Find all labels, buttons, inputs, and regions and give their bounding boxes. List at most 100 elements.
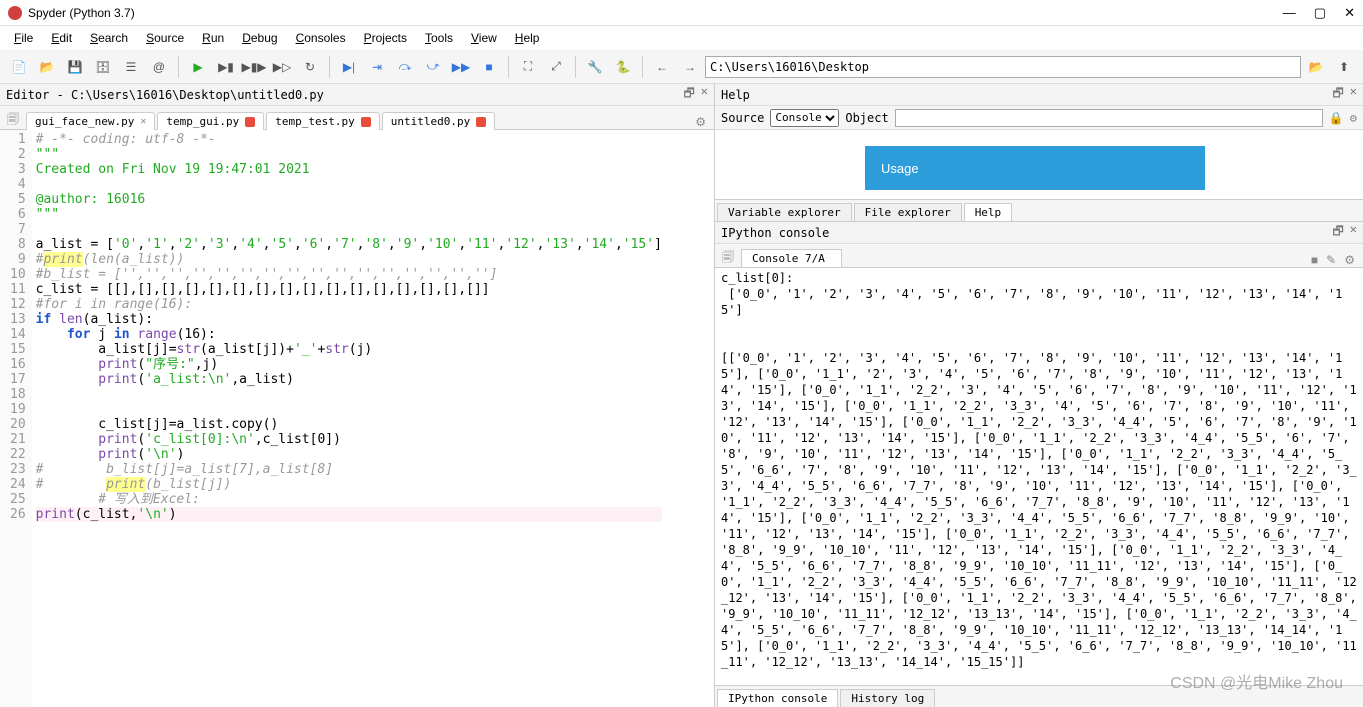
editor-header: Editor - C:\Users\16016\Desktop\untitled… [0, 84, 714, 106]
fullscreen-icon[interactable]: ⤢ [543, 54, 569, 80]
tab-label: gui_face_new.py [35, 115, 134, 128]
editor-options-icon[interactable]: ⚙ [695, 115, 710, 129]
menu-file[interactable]: File [6, 29, 41, 47]
menu-edit[interactable]: Edit [43, 29, 80, 47]
save-all-icon[interactable]: 🗄 [90, 54, 116, 80]
browse-dir-icon[interactable]: 📂 [1303, 54, 1329, 80]
source-select[interactable]: Console [770, 109, 839, 127]
maximize-pane-icon[interactable]: ⛶ [515, 54, 541, 80]
pythonpath-icon[interactable]: 🐍 [610, 54, 636, 80]
debug-out-icon[interactable]: ⤻ [420, 54, 446, 80]
close-tab-icon[interactable] [361, 117, 371, 127]
menu-search[interactable]: Search [82, 29, 136, 47]
debug-stop-icon[interactable]: ■ [476, 54, 502, 80]
run-selection-icon[interactable]: ▶▷ [269, 54, 295, 80]
main-toolbar: 📄 📂 💾 🗄 ☰ @ ▶ ▶▮ ▶▮▶ ▶▷ ↻ ▶| ⇥ ⤼ ⤻ ▶▶ ■ … [0, 50, 1363, 84]
help-header-title: Help [721, 88, 1332, 102]
editor-tab[interactable]: untitled0.py [382, 112, 495, 130]
open-file-icon[interactable]: 📂 [34, 54, 60, 80]
help-body: Usage [715, 130, 1363, 200]
console-tabs: 🗐 Console 7/A ■ ✎ ⚙ [715, 244, 1363, 268]
run-icon[interactable]: ▶ [185, 54, 211, 80]
stop-kernel-icon[interactable]: ■ [1311, 253, 1318, 267]
tab-label: untitled0.py [391, 115, 470, 128]
undock-icon[interactable]: 🗗 [1332, 84, 1343, 105]
at-icon[interactable]: @ [146, 54, 172, 80]
tab-list-icon[interactable]: 🗐 [719, 249, 737, 267]
working-dir-input[interactable] [705, 56, 1301, 78]
console-tab-label: Console 7/A [752, 252, 825, 265]
source-label: Source [721, 111, 764, 125]
console-output[interactable]: c_list[0]: ['0_0', '1', '2', '3', '4', '… [715, 268, 1363, 685]
run-cell-icon[interactable]: ▶▮ [213, 54, 239, 80]
close-pane-icon[interactable]: ✕ [1350, 84, 1357, 105]
menu-bar: FileEditSearchSourceRunDebugConsolesProj… [0, 26, 1363, 50]
object-label: Object [845, 111, 888, 125]
menu-help[interactable]: Help [507, 29, 548, 47]
nav-back-icon[interactable]: ← [649, 54, 675, 80]
gear-icon[interactable]: ⚙ [1350, 111, 1357, 125]
rerun-icon[interactable]: ↻ [297, 54, 323, 80]
debug-into-icon[interactable]: ⇥ [364, 54, 390, 80]
close-tab-icon[interactable] [245, 117, 255, 127]
debug-continue-icon[interactable]: ▶▶ [448, 54, 474, 80]
menu-view[interactable]: View [463, 29, 505, 47]
menu-projects[interactable]: Projects [356, 29, 415, 47]
editor-tab[interactable]: temp_test.py [266, 112, 379, 130]
separator [642, 56, 643, 78]
window-minimize[interactable]: — [1283, 5, 1296, 21]
workspace: Editor - C:\Users\16016\Desktop\untitled… [0, 84, 1363, 707]
menu-debug[interactable]: Debug [234, 29, 285, 47]
editor-tabs: 🗐 gui_face_new.py ✕ temp_gui.py temp_test.p… [0, 106, 714, 130]
parent-dir-icon[interactable]: ⬆ [1331, 54, 1357, 80]
window-close[interactable]: ✕ [1344, 5, 1355, 21]
code-content[interactable]: # -*- coding: utf-8 -*- """ Created on F… [32, 130, 666, 707]
editor-tab[interactable]: gui_face_new.py ✕ [26, 112, 155, 130]
menu-consoles[interactable]: Consoles [288, 29, 354, 47]
console-bottom-tab[interactable]: History log [840, 689, 935, 707]
menu-tools[interactable]: Tools [417, 29, 461, 47]
gear-icon[interactable]: ⚙ [1344, 253, 1355, 267]
usage-heading: Usage [865, 146, 1205, 190]
lock-icon[interactable]: 🔒 [1329, 111, 1344, 125]
console-bottom-tab[interactable]: IPython console [717, 689, 838, 707]
separator [178, 56, 179, 78]
title-bar: Spyder (Python 3.7) — ▢ ✕ [0, 0, 1363, 26]
help-tab[interactable]: Help [964, 203, 1013, 221]
debug-over-icon[interactable]: ⤼ [392, 54, 418, 80]
help-tab[interactable]: File explorer [854, 203, 962, 221]
menu-source[interactable]: Source [138, 29, 192, 47]
code-editor[interactable]: 1 2 3 4 5 6 7 8 9 10 11 12 13 14 15 16 1… [0, 130, 714, 707]
menu-run[interactable]: Run [194, 29, 232, 47]
console-text: c_list[0]: ['0_0', '1', '2', '3', '4', '… [721, 271, 1363, 669]
object-input[interactable] [895, 109, 1323, 127]
separator [508, 56, 509, 78]
help-toolbar: Source Console Object 🔒 ⚙ [715, 106, 1363, 130]
list-icon[interactable]: ☰ [118, 54, 144, 80]
editor-pane: Editor - C:\Users\16016\Desktop\untitled… [0, 84, 715, 707]
editor-tab[interactable]: temp_gui.py [157, 112, 264, 130]
undock-icon[interactable]: 🗗 [1332, 222, 1343, 243]
tab-label: temp_gui.py [166, 115, 239, 128]
close-pane-icon[interactable]: ✕ [701, 84, 708, 105]
debug-step-icon[interactable]: ▶| [336, 54, 362, 80]
close-pane-icon[interactable]: ✕ [1350, 222, 1357, 243]
console-bottom-tabs: IPython consoleHistory log [715, 685, 1363, 707]
separator [329, 56, 330, 78]
edit-icon[interactable]: ✎ [1326, 253, 1336, 267]
window-maximize[interactable]: ▢ [1314, 5, 1326, 21]
tab-list-icon[interactable]: 🗐 [4, 111, 22, 129]
save-icon[interactable]: 💾 [62, 54, 88, 80]
nav-forward-icon[interactable]: → [677, 54, 703, 80]
console-tab[interactable]: Console 7/A [741, 249, 842, 267]
line-numbers: 1 2 3 4 5 6 7 8 9 10 11 12 13 14 15 16 1… [0, 130, 32, 707]
window-title: Spyder (Python 3.7) [28, 6, 1283, 20]
new-file-icon[interactable]: 📄 [6, 54, 32, 80]
close-tab-icon[interactable]: ✕ [140, 116, 146, 127]
preferences-icon[interactable]: 🔧 [582, 54, 608, 80]
run-cell-advance-icon[interactable]: ▶▮▶ [241, 54, 267, 80]
help-tab[interactable]: Variable explorer [717, 203, 852, 221]
right-pane: Help 🗗 ✕ Source Console Object 🔒 ⚙ Usage… [715, 84, 1363, 707]
close-tab-icon[interactable] [476, 117, 486, 127]
undock-icon[interactable]: 🗗 [683, 84, 694, 105]
